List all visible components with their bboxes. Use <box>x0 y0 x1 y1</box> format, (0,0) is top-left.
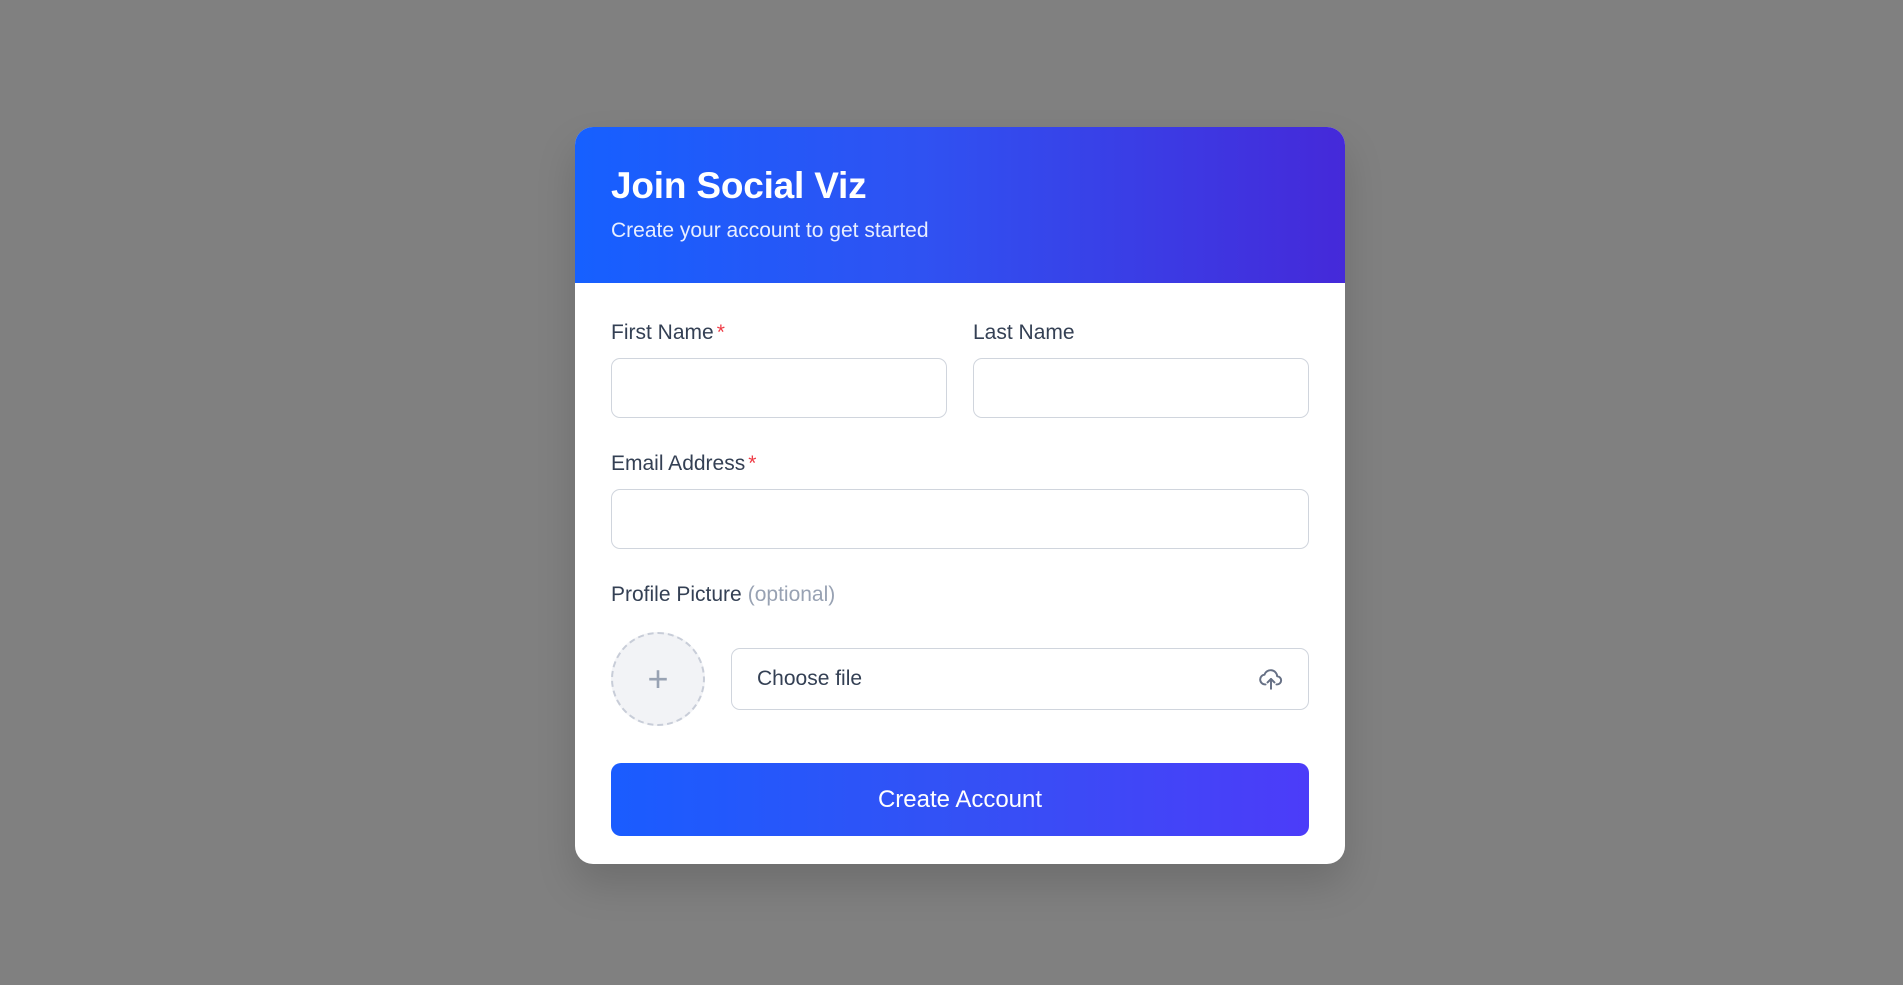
last-name-label: Last Name <box>973 321 1075 345</box>
required-marker: * <box>748 452 757 475</box>
create-account-button[interactable]: Create Account <box>611 763 1309 836</box>
avatar-upload-button[interactable]: + <box>611 632 705 726</box>
profile-picture-label: Profile Picture (optional) <box>611 583 835 607</box>
optional-note: (optional) <box>747 583 836 606</box>
email-label: Email Address * <box>611 452 756 476</box>
file-chooser[interactable]: Choose file <box>731 648 1309 710</box>
choose-file-label: Choose file <box>757 667 863 690</box>
plus-icon: + <box>647 658 669 699</box>
page-subtitle: Create your account to get started <box>611 219 929 242</box>
cloud-upload-icon <box>1259 669 1283 690</box>
signup-form: First Name * Last Name Email Address * Pro… <box>575 283 1345 864</box>
email-input[interactable] <box>611 489 1309 549</box>
signup-card: Join Social Viz Create your account to g… <box>575 127 1345 864</box>
last-name-input[interactable] <box>973 358 1309 418</box>
first-name-label: First Name * <box>611 321 725 345</box>
last-name-label-text: Last Name <box>973 321 1075 344</box>
first-name-label-text: First Name <box>611 321 714 344</box>
email-label-text: Email Address <box>611 452 746 475</box>
page-title: Join Social Viz <box>611 165 867 206</box>
first-name-input[interactable] <box>611 358 947 418</box>
required-marker: * <box>716 321 725 344</box>
profile-picture-label-text: Profile Picture <box>611 583 742 606</box>
card-header: Join Social Viz Create your account to g… <box>575 127 1345 283</box>
